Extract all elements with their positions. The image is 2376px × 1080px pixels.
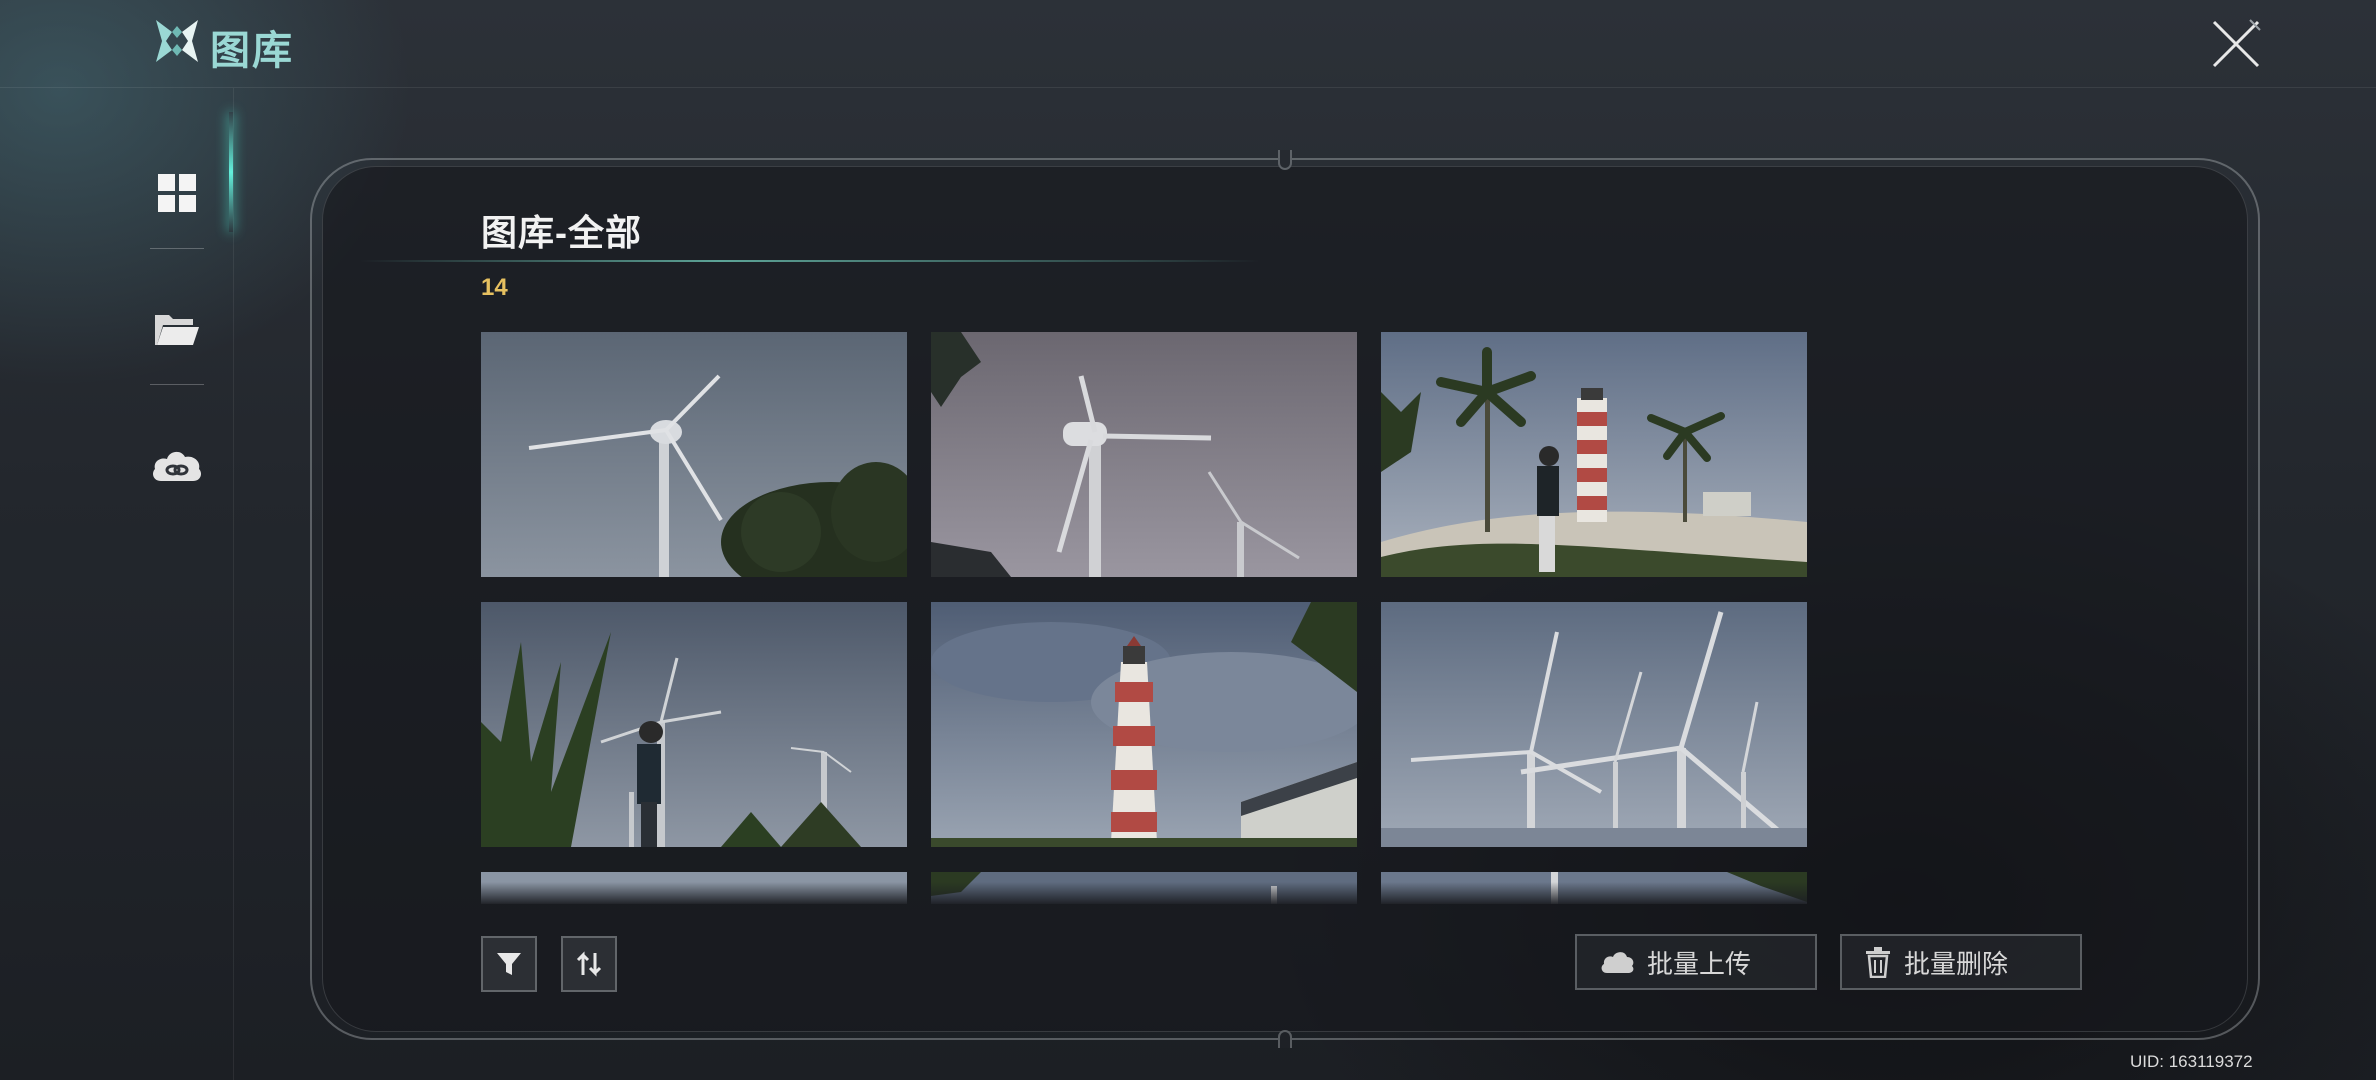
sidebar-item-folder[interactable] [136,288,218,370]
close-button[interactable] [2208,16,2264,72]
photo-thumbnail[interactable] [481,872,907,904]
photo-thumbnail[interactable] [481,332,907,577]
photo-thumbnail[interactable] [1381,872,1807,904]
folder-icon [155,315,199,345]
trash-icon [1866,947,1890,978]
sort-button[interactable] [561,936,617,992]
photo-thumbnail[interactable] [1381,332,1807,577]
cloud-link-icon [153,451,201,481]
sort-icon [576,951,602,977]
title-underline [360,260,1260,262]
filter-icon [497,953,521,975]
photo-thumbnail[interactable] [931,872,1357,904]
photo-thumbnail[interactable] [481,602,907,847]
top-bar: 图库 [0,0,2376,88]
batch-upload-button[interactable]: 批量上传 [1575,934,1817,990]
panel-notch [1278,1030,1292,1048]
user-id-label: UID: 163119372 [2130,1052,2253,1071]
close-icon [2212,19,2261,68]
app-logo-icon [152,16,202,66]
active-indicator [229,112,233,232]
photo-thumbnail[interactable] [1381,602,1807,847]
photo-thumbnail[interactable] [931,332,1357,577]
sidebar-divider [150,384,204,385]
panel-notch [1278,150,1292,170]
grid-icon [158,174,196,212]
photo-thumbnail[interactable] [931,602,1357,847]
app-title: 图库 [210,29,294,73]
sidebar-divider [150,248,204,249]
batch-delete-button[interactable]: 批量删除 [1840,934,2082,990]
batch-delete-label: 批量删除 [1904,948,2009,979]
photo-count: 14 [481,274,508,301]
batch-upload-label: 批量上传 [1647,948,1752,979]
sidebar-item-grid[interactable] [136,152,218,234]
cloud-upload-icon [1601,952,1634,973]
filter-button[interactable] [481,936,537,992]
sidebar-item-cloud[interactable] [136,424,218,506]
sidebar [0,88,234,1080]
gallery-title: 图库-全部 [481,212,642,253]
